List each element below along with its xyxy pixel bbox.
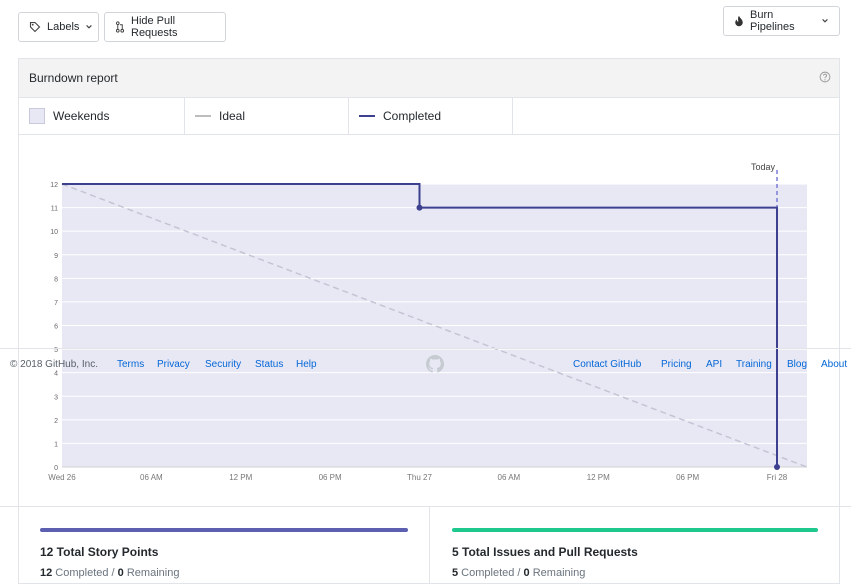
- y-tick-label: 8: [54, 276, 58, 283]
- panel-header: Burndown report: [19, 59, 839, 98]
- legend-completed-label: Completed: [383, 109, 442, 123]
- issues-title: 5 Total Issues and Pull Requests: [452, 545, 638, 559]
- completed-point: [416, 204, 423, 211]
- panel-title: Burndown report: [29, 71, 118, 85]
- x-tick-label: 06 AM: [140, 473, 163, 482]
- footer-link-contact[interactable]: Contact GitHub: [573, 359, 641, 370]
- y-tick-label: 12: [50, 182, 58, 189]
- burndown-chart: 0123456789101112Wed 26 06 AM 12 PM 06 PM Thu…: [48, 162, 808, 482]
- hide-pull-requests-button[interactable]: Hide Pull Requests: [104, 12, 226, 42]
- burn-pipelines-label: Burn Pipelines: [750, 9, 795, 33]
- y-tick-label: 11: [51, 206, 58, 213]
- y-tick-label: 9: [54, 253, 58, 260]
- legend-item-completed[interactable]: Completed: [349, 98, 513, 134]
- legend-item-ideal[interactable]: Ideal: [185, 98, 349, 134]
- story-points-completed-label: Completed /: [52, 567, 118, 579]
- footer-link-pricing[interactable]: Pricing: [661, 359, 692, 370]
- pull-request-icon: [115, 21, 125, 33]
- story-points-summary: 12 Completed / 0 Remaining: [40, 567, 179, 579]
- footer-link-status[interactable]: Status: [255, 359, 283, 370]
- y-tick-label: 2: [54, 418, 58, 425]
- x-tick-label: Wed 26: [48, 473, 76, 482]
- x-tick-label: 12 PM: [229, 473, 252, 482]
- y-tick-label: 1: [54, 441, 58, 448]
- issues-completed-label: Completed /: [458, 567, 524, 579]
- story-points-remaining-label: Remaining: [123, 567, 180, 579]
- chevron-down-icon: [85, 23, 93, 31]
- x-tick-label: 06 PM: [676, 473, 699, 482]
- tag-icon: [29, 21, 41, 33]
- footer-link-training[interactable]: Training: [736, 359, 772, 370]
- chevron-down-icon: [821, 17, 829, 25]
- x-tick-label: Thu 27: [407, 473, 432, 482]
- legend-item-weekends[interactable]: Weekends: [19, 98, 185, 134]
- stat-story-points: 12 Total Story Points 12 Completed / 0 R…: [40, 506, 408, 584]
- legend-weekends-label: Weekends: [53, 109, 110, 123]
- labels-button-label: Labels: [47, 21, 80, 33]
- github-octocat-icon[interactable]: [426, 355, 444, 376]
- story-points-title: 12 Total Story Points: [40, 545, 159, 559]
- ideal-line-swatch: [195, 115, 211, 117]
- completed-point: [774, 464, 780, 470]
- footer-link-security[interactable]: Security: [205, 359, 241, 370]
- stat-issues: 5 Total Issues and Pull Requests 5 Compl…: [452, 506, 818, 584]
- y-tick-label: 7: [54, 300, 58, 307]
- weekend-swatch: [29, 108, 45, 124]
- footer-link-blog[interactable]: Blog: [787, 359, 807, 370]
- footer-link-privacy[interactable]: Privacy: [157, 359, 190, 370]
- footer-link-help[interactable]: Help: [296, 359, 317, 370]
- y-tick-label: 10: [50, 229, 58, 236]
- y-tick-label: 3: [54, 394, 58, 401]
- flame-icon: [734, 15, 744, 27]
- footer-link-about[interactable]: About: [821, 359, 847, 370]
- chart-legend: Weekends Ideal Completed: [19, 98, 839, 135]
- y-tick-label: 6: [54, 324, 58, 331]
- burn-pipelines-button[interactable]: Burn Pipelines: [723, 6, 840, 36]
- x-tick-label: 06 AM: [498, 473, 521, 482]
- issues-progress-bar: [452, 528, 818, 532]
- question-circle-icon[interactable]: [819, 71, 831, 86]
- today-label: Today: [751, 162, 776, 172]
- footer-link-terms[interactable]: Terms: [117, 359, 144, 370]
- footer-copyright: © 2018 GitHub, Inc.: [10, 359, 98, 370]
- issues-remaining-label: Remaining: [529, 567, 586, 579]
- x-tick-label: 12 PM: [587, 473, 610, 482]
- stats-divider: [429, 506, 430, 584]
- footer-link-api[interactable]: API: [706, 359, 722, 370]
- completed-line-swatch: [359, 115, 375, 117]
- issues-summary: 5 Completed / 0 Remaining: [452, 567, 585, 579]
- y-tick-label: 0: [54, 465, 58, 472]
- legend-ideal-label: Ideal: [219, 109, 246, 123]
- labels-button[interactable]: Labels: [18, 12, 99, 42]
- x-tick-label: 06 PM: [319, 473, 342, 482]
- hide-pull-requests-label: Hide Pull Requests: [131, 15, 178, 39]
- story-points-progress-bar: [40, 528, 408, 532]
- site-footer: © 2018 GitHub, Inc. Terms Privacy Securi…: [0, 348, 851, 379]
- story-points-completed: 12: [40, 567, 53, 579]
- x-tick-label: Fri 28: [767, 473, 788, 482]
